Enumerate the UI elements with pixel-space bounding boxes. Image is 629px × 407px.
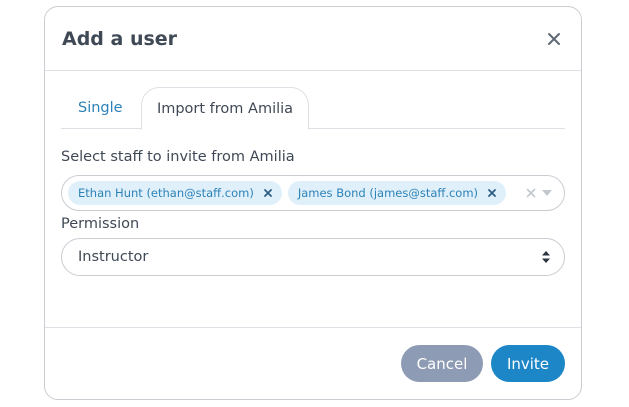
- dropdown-toggle[interactable]: [542, 190, 552, 196]
- tab-bar: Single Import from Amilia: [61, 87, 565, 130]
- permission-label: Permission: [61, 216, 140, 232]
- cancel-button[interactable]: Cancel: [401, 345, 483, 382]
- chip-label: James Bond (james@staff.com): [297, 186, 479, 200]
- permission-select[interactable]: Instructor: [61, 238, 565, 276]
- caret-down-icon: [542, 190, 552, 196]
- dialog-title: Add a user: [62, 27, 178, 50]
- multiselect-controls: [526, 176, 552, 210]
- selected-staff-chip: Ethan Hunt (ethan@staff.com): [68, 181, 282, 205]
- sort-arrows-icon: [542, 251, 550, 263]
- remove-icon: [488, 189, 496, 197]
- add-user-dialog: Add a user Single Import from Amilia Sel…: [44, 6, 582, 400]
- chip-label: Ethan Hunt (ethan@staff.com): [78, 186, 254, 200]
- remove-icon: [263, 189, 272, 197]
- close-button[interactable]: [543, 28, 565, 50]
- selected-staff-chip: James Bond (james@staff.com): [287, 181, 507, 205]
- staff-select-label: Select staff to invite from Amilia: [61, 149, 295, 165]
- permission-value: Instructor: [78, 249, 149, 265]
- invite-button[interactable]: Invite: [491, 345, 565, 382]
- clear-selection-button[interactable]: [526, 188, 536, 198]
- dialog-header: Add a user: [45, 7, 581, 71]
- remove-chip-button[interactable]: [262, 187, 274, 199]
- tab-import-from-amilia[interactable]: Import from Amilia: [141, 87, 309, 130]
- close-icon: [548, 32, 560, 45]
- clear-icon: [526, 188, 536, 198]
- dialog-body: Single Import from Amilia Select staff t…: [45, 71, 581, 276]
- tab-single[interactable]: Single: [78, 87, 123, 129]
- dialog-footer: Cancel Invite: [45, 327, 581, 399]
- remove-chip-button[interactable]: [486, 187, 498, 199]
- staff-multiselect[interactable]: Ethan Hunt (ethan@staff.com) James Bond …: [61, 175, 565, 211]
